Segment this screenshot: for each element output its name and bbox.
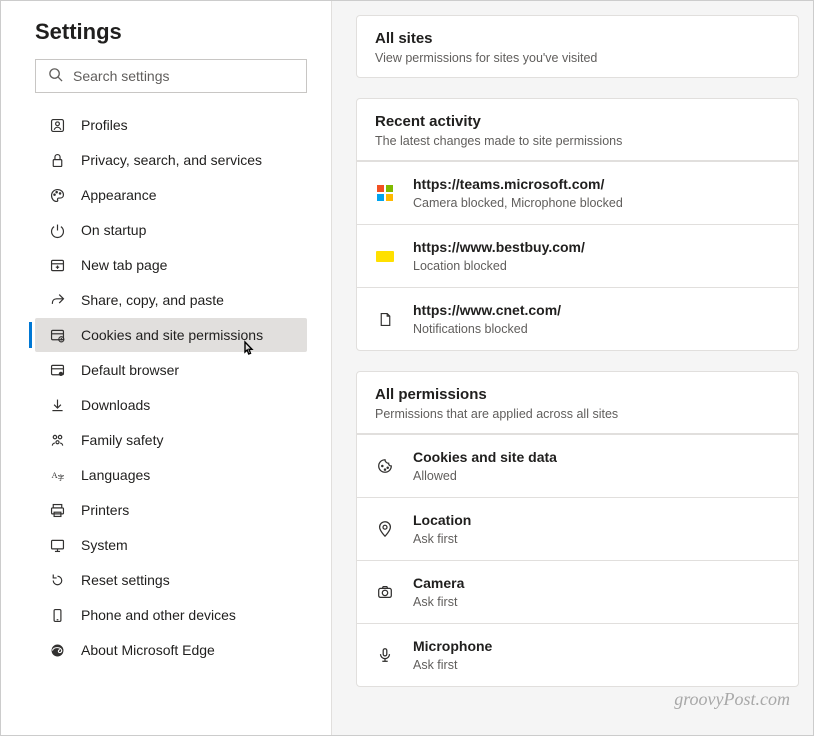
printer-icon xyxy=(47,500,67,520)
sidebar-item-label: Profiles xyxy=(81,117,128,133)
sidebar-item-label: Appearance xyxy=(81,187,157,203)
settings-window: Settings Profiles Privacy, search, and s… xyxy=(0,0,814,736)
recent-subtitle: The latest changes made to site permissi… xyxy=(375,134,780,148)
sidebar-item-label: Reset settings xyxy=(81,572,170,588)
recent-title: Recent activity xyxy=(375,113,780,130)
browser-icon xyxy=(47,360,67,380)
sidebar-item-label: Share, copy, and paste xyxy=(81,292,224,308)
file-icon xyxy=(375,309,395,329)
appearance-icon xyxy=(47,185,67,205)
sidebar-item-label: Downloads xyxy=(81,397,150,413)
site-url: https://www.bestbuy.com/ xyxy=(413,239,585,255)
sidebar-item-label: Privacy, search, and services xyxy=(81,152,262,168)
perm-item-location[interactable]: Location Ask first xyxy=(357,497,798,560)
edge-icon xyxy=(47,640,67,660)
perm-title: Microphone xyxy=(413,638,492,654)
microsoft-icon xyxy=(375,183,395,203)
language-icon: A字 xyxy=(47,465,67,485)
perm-item-camera[interactable]: Camera Ask first xyxy=(357,560,798,623)
sidebar-item-label: Cookies and site permissions xyxy=(81,327,263,343)
sidebar-item-privacy[interactable]: Privacy, search, and services xyxy=(35,143,307,177)
sidebar-item-family[interactable]: Family safety xyxy=(35,423,307,457)
all-permissions-card: All permissions Permissions that are app… xyxy=(356,371,799,687)
sidebar-item-downloads[interactable]: Downloads xyxy=(35,388,307,422)
site-detail: Camera blocked, Microphone blocked xyxy=(413,196,623,210)
site-url: https://www.cnet.com/ xyxy=(413,302,561,318)
location-icon xyxy=(375,519,395,539)
all-sites-subtitle: View permissions for sites you've visite… xyxy=(375,51,780,65)
sidebar-item-label: On startup xyxy=(81,222,146,238)
sidebar-item-languages[interactable]: A字 Languages xyxy=(35,458,307,492)
profile-icon xyxy=(47,115,67,135)
all-sites-title: All sites xyxy=(375,30,780,47)
svg-text:字: 字 xyxy=(57,472,64,481)
sidebar-item-label: New tab page xyxy=(81,257,167,273)
sidebar-item-label: About Microsoft Edge xyxy=(81,642,215,658)
family-icon xyxy=(47,430,67,450)
perm-status: Ask first xyxy=(413,532,471,546)
sidebar-item-share[interactable]: Share, copy, and paste xyxy=(35,283,307,317)
sidebar-item-profiles[interactable]: Profiles xyxy=(35,108,307,142)
sidebar-item-phone[interactable]: Phone and other devices xyxy=(35,598,307,632)
recent-item-cnet[interactable]: https://www.cnet.com/ Notifications bloc… xyxy=(357,287,798,350)
cookies-icon xyxy=(47,325,67,345)
search-field[interactable] xyxy=(73,68,294,84)
download-icon xyxy=(47,395,67,415)
power-icon xyxy=(47,220,67,240)
sidebar-item-appearance[interactable]: Appearance xyxy=(35,178,307,212)
sidebar-item-default-browser[interactable]: Default browser xyxy=(35,353,307,387)
system-icon xyxy=(47,535,67,555)
perm-status: Allowed xyxy=(413,469,557,483)
perm-title: Camera xyxy=(413,575,464,591)
sidebar-item-reset[interactable]: Reset settings xyxy=(35,563,307,597)
perm-item-microphone[interactable]: Microphone Ask first xyxy=(357,623,798,686)
perm-status: Ask first xyxy=(413,658,492,672)
site-url: https://teams.microsoft.com/ xyxy=(413,176,623,192)
sidebar-item-cookies[interactable]: Cookies and site permissions xyxy=(35,318,307,352)
cookie-icon xyxy=(375,456,395,476)
all-sites-card[interactable]: All sites View permissions for sites you… xyxy=(356,15,799,78)
sidebar-item-label: Languages xyxy=(81,467,150,483)
page-title: Settings xyxy=(35,19,307,45)
sidebar-item-label: Default browser xyxy=(81,362,179,378)
newtab-icon xyxy=(47,255,67,275)
sidebar-item-startup[interactable]: On startup xyxy=(35,213,307,247)
perm-status: Ask first xyxy=(413,595,464,609)
sidebar-item-label: System xyxy=(81,537,128,553)
sidebar-item-about[interactable]: About Microsoft Edge xyxy=(35,633,307,667)
search-input[interactable] xyxy=(35,59,307,93)
all-perms-subtitle: Permissions that are applied across all … xyxy=(375,407,780,421)
reset-icon xyxy=(47,570,67,590)
share-icon xyxy=(47,290,67,310)
sidebar-item-label: Family safety xyxy=(81,432,163,448)
perm-title: Location xyxy=(413,512,471,528)
microphone-icon xyxy=(375,645,395,665)
site-detail: Location blocked xyxy=(413,259,585,273)
lock-icon xyxy=(47,150,67,170)
sidebar-item-system[interactable]: System xyxy=(35,528,307,562)
sidebar-item-label: Phone and other devices xyxy=(81,607,236,623)
sidebar-nav: Profiles Privacy, search, and services A… xyxy=(35,107,307,668)
phone-icon xyxy=(47,605,67,625)
all-perms-title: All permissions xyxy=(375,386,780,403)
sidebar-item-printers[interactable]: Printers xyxy=(35,493,307,527)
recent-item-bestbuy[interactable]: https://www.bestbuy.com/ Location blocke… xyxy=(357,224,798,287)
recent-item-teams[interactable]: https://teams.microsoft.com/ Camera bloc… xyxy=(357,161,798,224)
sidebar-item-label: Printers xyxy=(81,502,129,518)
site-detail: Notifications blocked xyxy=(413,322,561,336)
bestbuy-icon xyxy=(375,246,395,266)
search-icon xyxy=(48,67,63,85)
camera-icon xyxy=(375,582,395,602)
sidebar-item-newtab[interactable]: New tab page xyxy=(35,248,307,282)
perm-item-cookies[interactable]: Cookies and site data Allowed xyxy=(357,434,798,497)
sidebar: Settings Profiles Privacy, search, and s… xyxy=(1,1,331,735)
main-content: All sites View permissions for sites you… xyxy=(332,1,813,735)
perm-title: Cookies and site data xyxy=(413,449,557,465)
recent-activity-card: Recent activity The latest changes made … xyxy=(356,98,799,351)
